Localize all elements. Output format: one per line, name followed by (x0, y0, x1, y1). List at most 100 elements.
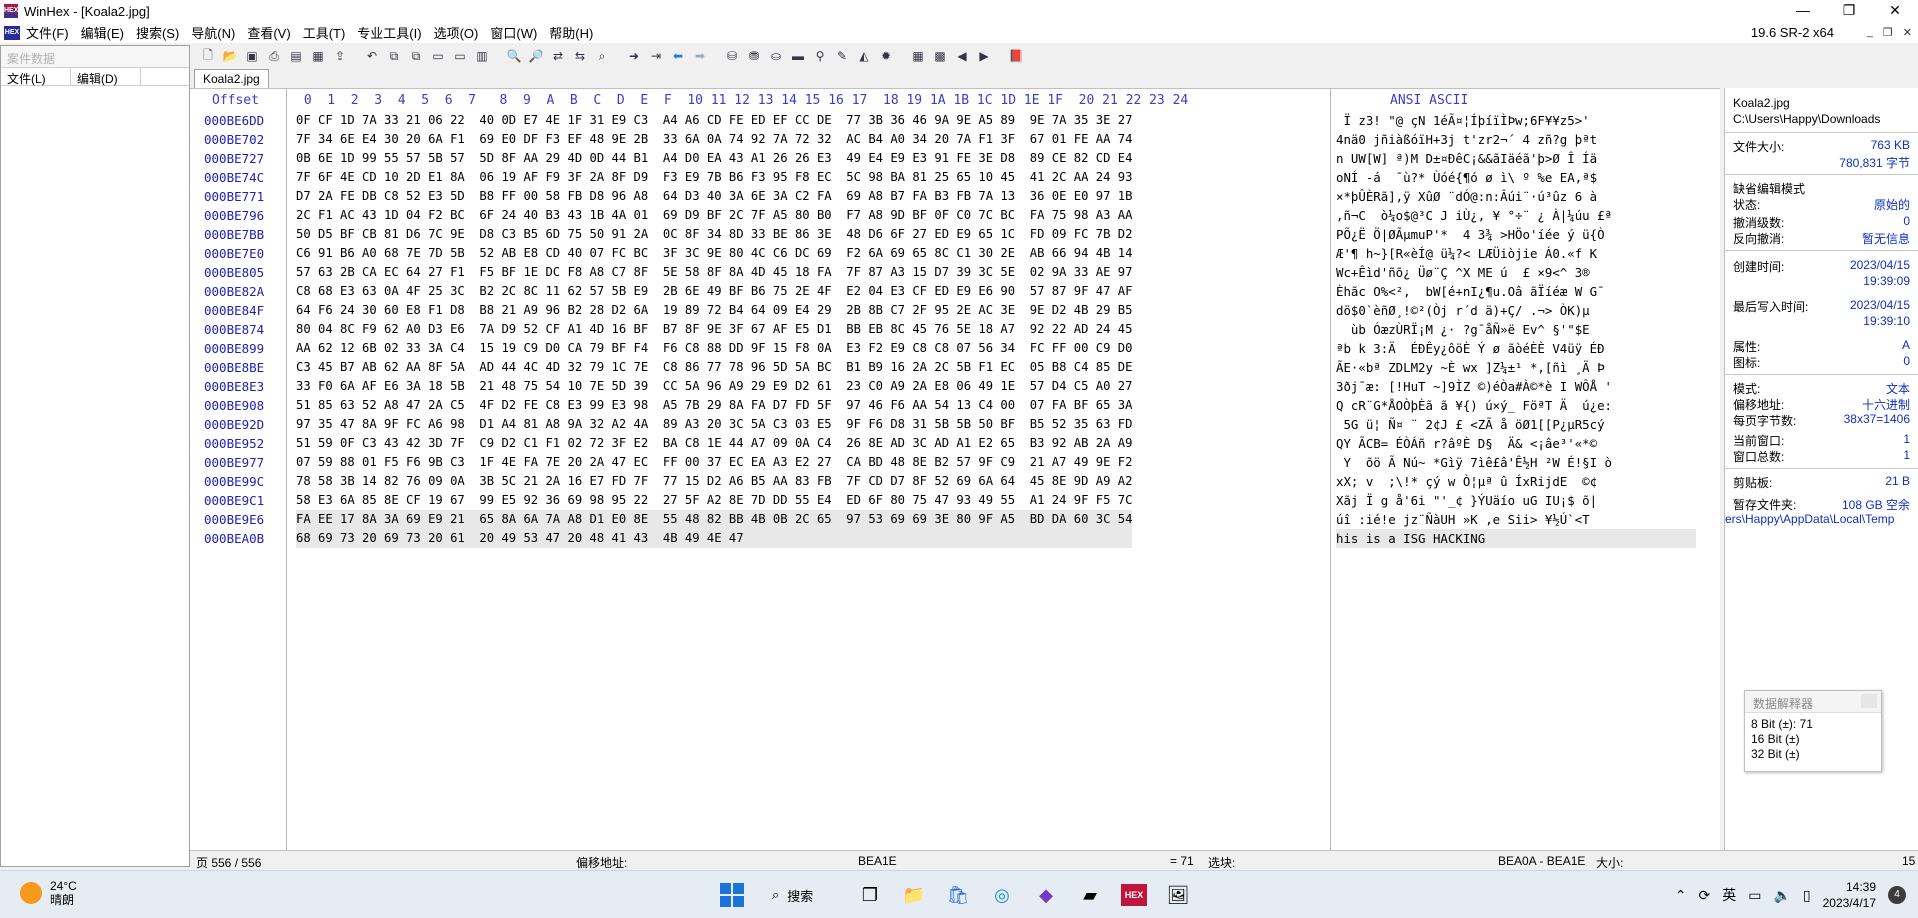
hex-editor-area[interactable]: Offset 0 1 2 3 4 5 6 7 8 9 A B C D E F 1… (190, 88, 1720, 851)
battery-icon[interactable]: ▯ (1803, 887, 1811, 904)
ascii-row[interactable]: PÕ¿Ë Ö|ØÃµmuP'* 4 3¾ >HÖo'íée ý ü{Ò (1336, 225, 1696, 244)
ascii-row[interactable]: Æ'¶ h~}[R«èÍ@ ü¼?< LÆÜiòjie Á0.«f K (1336, 244, 1696, 263)
menu-search[interactable]: 搜索(S) (130, 23, 185, 42)
goto-sector-icon[interactable]: ⇥ (646, 47, 666, 65)
hex-row[interactable]: 07 59 88 01 F5 F6 9B C3 1F 4E FA 7E 20 2… (296, 453, 1132, 472)
ascii-row[interactable]: Y õö Ã Nú~ *Gìÿ 7ìê£â'Ê½H ²W É!§I ò (1336, 453, 1696, 472)
task-view-icon[interactable]: ❐ (854, 879, 886, 911)
hex-row[interactable]: FA EE 17 8A 3A 69 E9 21 65 8A 6A 7A A8 D… (296, 510, 1133, 529)
visual-studio-icon[interactable]: ◆ (1030, 879, 1062, 911)
paste-block-icon[interactable]: ▭ (450, 47, 470, 65)
network-icon[interactable]: ▭ (1748, 887, 1761, 904)
open-disk-icon[interactable]: ⛁ (722, 47, 742, 65)
menu-navigation[interactable]: 导航(N) (185, 23, 241, 42)
hex-row[interactable]: C3 45 B7 AB 62 AA 8F 5A AD 44 4C 4D 32 7… (296, 358, 1132, 377)
volume-icon[interactable]: 🔈 (1773, 887, 1790, 904)
comment-icon[interactable]: ✎ (832, 47, 852, 65)
save-icon[interactable]: ▣ (242, 47, 262, 65)
calculator-icon[interactable]: ▦ (908, 47, 928, 65)
clock[interactable]: 14:39 2023/4/17 (1823, 879, 1876, 911)
search-hex-values-icon[interactable]: ⌕ (592, 47, 612, 65)
ascii-row[interactable]: his is a ISG HACKING (1336, 529, 1696, 548)
hex-row[interactable]: 68 69 73 20 69 73 20 61 20 49 53 47 20 4… (296, 529, 1133, 548)
replace-text-icon[interactable]: ⇄ (548, 47, 568, 65)
menu-file[interactable]: 文件(F) (20, 23, 75, 42)
hex-row[interactable]: 78 58 3B 14 82 76 09 0A 3B 5C 21 2A 16 E… (296, 472, 1132, 491)
new-file-icon[interactable]: 🗋 (198, 47, 218, 65)
hex-row[interactable]: 97 35 47 8A 9F FC A6 98 D1 A4 81 A8 9A 3… (296, 415, 1132, 434)
case-data-header[interactable]: 案件数据 (1, 46, 189, 68)
ascii-row[interactable]: dö$0`èñØ¸!©²(Òj r´d ä)+Ç/ .¬> ÒK)µ (1336, 301, 1696, 320)
hex-row[interactable]: D7 2A FE DB C8 52 E3 5D B8 FF 00 58 FB D… (296, 187, 1132, 206)
ascii-row[interactable]: ªb k 3:Ä ÉÐÊy¿ôöÈ Ý ø ãòéÈÈ V4üÿ ÉÐ (1336, 339, 1696, 358)
ascii-row[interactable]: Ï z3! "@ çN 1éÃ¤¦ÍþíïÌÞw;6F¥¥z5>' (1336, 111, 1696, 130)
weather-widget[interactable]: 24°C 晴朗 (20, 879, 77, 907)
help-book-icon[interactable]: 📕 (1006, 47, 1026, 65)
ascii-row[interactable]: xX; v ;\!* çý w Ò¦µª û ÍxRijdE ©¢ (1336, 472, 1696, 491)
hex-row[interactable]: 64 F6 24 30 60 E8 F1 D8 B8 21 A9 96 B2 2… (296, 301, 1132, 320)
ascii-row[interactable]: ÃE·«bª Z­DLM2y ~È wx ]Z¼±¹ *,[ñì ¸Ä Þ (1336, 358, 1696, 377)
ascii-row[interactable]: Xãj Ï g å'6i "'_¢ }ÝUäío uG IU¡$ õ| (1336, 491, 1696, 510)
hex-row[interactable]: C6 91 B6 A0 68 7E 7D 5B 52 AB E8 CD 40 0… (296, 244, 1132, 263)
copy-block-icon[interactable]: ⧉ (406, 47, 426, 65)
hex-row[interactable]: 51 85 63 52 A8 47 2A C5 4F D2 FE C8 E3 9… (296, 396, 1132, 415)
taskbar-search-button[interactable]: ⌕ 搜索 (760, 879, 842, 911)
ascii-column[interactable]: Ï z3! "@ çN 1éÃ¤¦ÍþíïÌÞw;6F¥¥z5>' 4nä0 jñ… (1336, 111, 1696, 548)
clone-disk-icon[interactable]: ⛃ (744, 47, 764, 65)
ascii-row[interactable]: 5G ü¦ Ñ¤ ¨ 2¢J £ <ZÃ å öØ1[[P¿µR5cý (1336, 415, 1696, 434)
mdi-close-icon[interactable]: ✕ (1903, 26, 1912, 39)
block-start-icon[interactable]: ◀ (952, 47, 972, 65)
hex-row[interactable]: AA 62 12 6B 02 33 3A C4 15 19 C9 D0 CA 7… (296, 339, 1132, 358)
close-button[interactable]: ✕ (1872, 0, 1918, 22)
properties-icon[interactable]: ▤ (286, 47, 306, 65)
clipboard-icon[interactable]: ▦ (308, 47, 328, 65)
forward-arrow-icon[interactable]: ➡ (690, 47, 710, 65)
mdi-minimize-icon[interactable]: _ (1867, 26, 1873, 39)
tab-koala2[interactable]: Koala2.jpg (194, 69, 269, 88)
ascii-row[interactable]: 4nä0 jñiàßóïH+3j t'zr2¬´ 4 zñ?g þªt (1336, 130, 1696, 149)
image-app-icon[interactable]: 🖼 (1162, 879, 1194, 911)
minimize-button[interactable]: — (1780, 0, 1826, 22)
hex-doc-icon[interactable]: HEX (4, 25, 20, 40)
find-hex-icon[interactable]: 🔎 (526, 47, 546, 65)
terminal-icon[interactable]: ▰ (1074, 879, 1106, 911)
hex-row[interactable]: 80 04 8C F9 62 A0 D3 E6 7A D9 52 CF A1 4… (296, 320, 1132, 339)
hex-row[interactable]: 51 59 0F C3 43 42 3D 7F C9 D2 C1 F1 02 7… (296, 434, 1132, 453)
hex-row[interactable]: 0B 6E 1D 99 55 57 5B 57 5D 8F AA 29 4D 0… (296, 149, 1132, 168)
hex-row[interactable]: 57 63 2B CA EC 64 27 F1 F5 BF 1E DC F8 A… (296, 263, 1132, 282)
copy-icon[interactable]: ⧉ (384, 47, 404, 65)
menu-edit[interactable]: 编辑(E) (75, 23, 130, 42)
menu-help[interactable]: 帮助(H) (543, 23, 599, 42)
hex-row[interactable]: 7F 34 6E E4 30 20 6A F1 69 E0 DF F3 EF 4… (296, 130, 1132, 149)
menu-tools[interactable]: 工具(T) (297, 23, 352, 42)
notification-badge[interactable]: 4 (1888, 886, 1906, 904)
store-icon[interactable]: 🛍 (942, 879, 974, 911)
ram-icon[interactable]: ▬ (788, 47, 808, 65)
hex-row[interactable]: 50 D5 BF CB 81 D6 7C 9E D8 C3 B5 6D 75 5… (296, 225, 1132, 244)
zoom-icon[interactable]: ⚲ (810, 47, 830, 65)
menu-specialist-tools[interactable]: 专业工具(I) (351, 23, 427, 42)
ascii-row[interactable]: úî :ié!e jz¨ÑàUH »K ,e Sii> ¥½Ú`<T (1336, 510, 1696, 529)
ascii-row[interactable]: Q cR¨G*ÅOÒþÈã ã ¥{) ú×ý_ FöªT Ä ú¿e: (1336, 396, 1696, 415)
maximize-button[interactable]: ❐ (1826, 0, 1872, 22)
replace-hex-icon[interactable]: ⇆ (570, 47, 590, 65)
menu-window[interactable]: 窗口(W) (484, 23, 543, 42)
export-icon[interactable]: ⇪ (330, 47, 350, 65)
table-icon[interactable]: ▩ (930, 47, 950, 65)
hex-column[interactable]: 0F CF 1D 7A 33 21 06 22 40 0D E7 4E 1F 3… (296, 111, 1133, 548)
sync-icon[interactable]: ⟳ (1698, 887, 1710, 904)
hex-row[interactable]: 2C F1 AC 43 1D 04 F2 BC 6F 24 40 B3 43 1… (296, 206, 1132, 225)
block-end-icon[interactable]: ▶ (974, 47, 994, 65)
back-arrow-icon[interactable]: ⬅ (668, 47, 688, 65)
menu-options[interactable]: 选项(O) (428, 23, 485, 42)
edge-icon[interactable]: ◎ (986, 879, 1018, 911)
print-icon[interactable]: ⎙ (264, 47, 284, 65)
ascii-row[interactable]: ùb ÓæzÙRÏ¡M ¿· ?g¯åÑ»ë Ev^ §'"­$E (1336, 320, 1696, 339)
ascii-row[interactable]: QY ÃCB= ÉÒÁñ r?âºÈ D§ Ä& ­<­¡âe³'«*© (1336, 434, 1696, 453)
start-button[interactable] (716, 879, 748, 911)
menu-view[interactable]: 查看(V) (241, 23, 296, 42)
ascii-row[interactable]: n UW[W] ª)M D±¤ÐêC¡&&ãIäéã'þ>Ø Î Íä (1336, 149, 1696, 168)
hex-row[interactable]: 33 F0 6A AF E6 3A 18 5B 21 48 75 54 10 7… (296, 377, 1132, 396)
winhex-taskbar-icon[interactable]: HEX (1118, 879, 1150, 911)
ascii-row[interactable]: ,ñ¬C ò¼o$@³C J iÙ¿, ¥ °÷¨ ¿ À|¼úu £ª (1336, 206, 1696, 225)
